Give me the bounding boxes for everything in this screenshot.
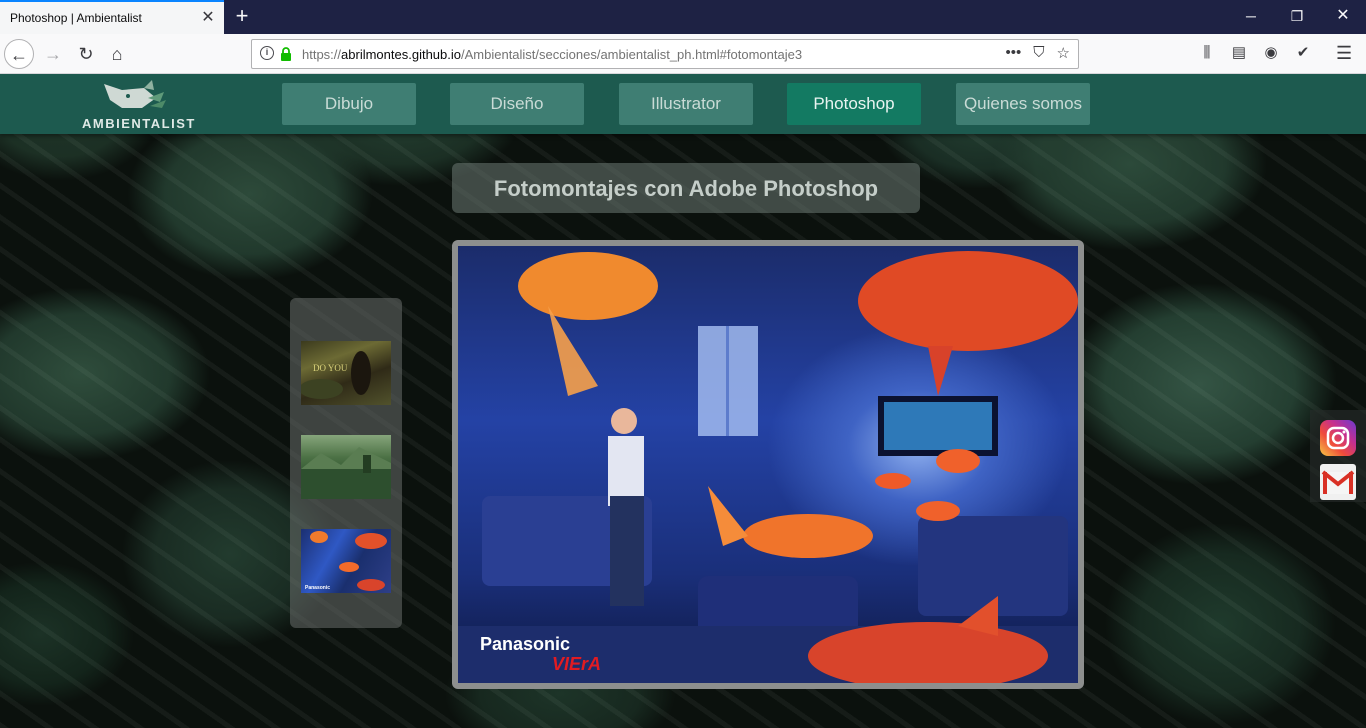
logo-text: AMBIENTALIST [82,116,196,131]
main-image-frame: Panasonic VIErA [452,240,1084,689]
info-icon[interactable]: i [260,46,274,60]
url-text[interactable]: https://abrilmontes.github.io/Ambientali… [302,47,802,62]
bookmark-star-icon[interactable]: ☆ [1057,44,1070,64]
close-window-icon[interactable]: ✕ [1320,0,1366,34]
nav-item-quienes-somos[interactable]: Quienes somos [956,83,1090,125]
url-host: abrilmontes.github.io [341,47,461,62]
thumbnail-fotomontaje-1[interactable]: DO YOU [301,341,391,405]
back-arrow-icon[interactable]: ← [4,39,34,69]
page-content: AMBIENTALIST Dibujo Diseño Illustrator P… [0,74,1366,728]
lock-icon [281,47,291,61]
extension-check-icon[interactable]: ✔ [1294,44,1312,62]
url-path: /Ambientalist/secciones/ambientalist_ph.… [461,47,803,62]
close-tab-icon[interactable]: ✕ [199,9,217,27]
minimize-window-icon[interactable]: ─ [1228,0,1274,34]
tab-title: Photoshop | Ambientalist [10,11,142,25]
fotomontaje-main-image[interactable]: Panasonic VIErA [458,246,1078,683]
image-brand-text: Panasonic [480,634,570,654]
site-header: AMBIENTALIST Dibujo Diseño Illustrator P… [0,74,1366,134]
thumbnail-caption-1: DO YOU [313,363,348,373]
browser-tab-active[interactable]: Photoshop | Ambientalist ✕ [0,0,224,34]
nav-item-photoshop[interactable]: Photoshop [787,83,921,125]
restore-window-icon[interactable]: ❐ [1274,0,1320,34]
home-icon[interactable]: ⌂ [102,39,132,69]
social-links [1310,410,1366,502]
thumbnail-fotomontaje-3[interactable]: Panasonic [301,529,391,593]
instagram-glyph [1326,426,1350,450]
thumbnail-art-2 [301,447,391,499]
page-title: Fotomontajes con Adobe Photoshop [493,176,879,201]
bird-logo-icon [104,80,166,108]
toolbar-icons: ⫼ ▤ ◉ ✔ [1198,44,1312,62]
fotomontaje-artwork: Panasonic VIErA [458,251,1078,683]
thumbnail-art-1: DO YOU [301,351,371,399]
instagram-icon[interactable] [1320,420,1356,456]
image-sub-brand-text: VIErA [552,654,601,674]
page-actions-icon[interactable]: ••• [1006,44,1022,64]
url-prefix: https:// [302,47,342,62]
thumbnail-panel: DO YOU Panasonic [290,298,402,628]
pocket-icon[interactable]: ⛉ [1033,44,1044,64]
reload-icon[interactable]: ↻ [71,39,101,69]
forward-arrow-icon[interactable]: → [38,39,68,69]
library-icon[interactable]: ⫼ [1198,44,1216,62]
nav-item-diseno[interactable]: Diseño [450,83,584,125]
url-actions: ••• ⛉ ☆ [1006,44,1070,64]
thumbnail-caption-3: Panasonic [305,585,330,591]
hamburger-menu-icon[interactable]: ☰ [1336,43,1352,64]
browser-tab-strip: Photoshop | Ambientalist ✕ + ─ ❐ ✕ [0,0,1366,34]
address-bar[interactable]: i https://abrilmontes.github.io/Ambienta… [251,39,1079,69]
gmail-glyph [1321,470,1355,494]
extension-icon[interactable]: ◉ [1262,44,1280,62]
nav-item-dibujo[interactable]: Dibujo [282,83,416,125]
thumbnail-art-3: Panasonic [305,531,387,591]
nav-item-illustrator[interactable]: Illustrator [619,83,753,125]
browser-toolbar: ← → ↻ ⌂ i https://abrilmontes.github.io/… [0,34,1366,74]
sidebar-icon[interactable]: ▤ [1230,44,1248,62]
gmail-icon[interactable] [1320,464,1356,500]
site-logo[interactable]: AMBIENTALIST [82,78,196,131]
thumbnail-fotomontaje-2[interactable] [301,435,391,499]
page-title-box: Fotomontajes con Adobe Photoshop [452,163,920,213]
new-tab-icon[interactable]: + [231,5,253,27]
